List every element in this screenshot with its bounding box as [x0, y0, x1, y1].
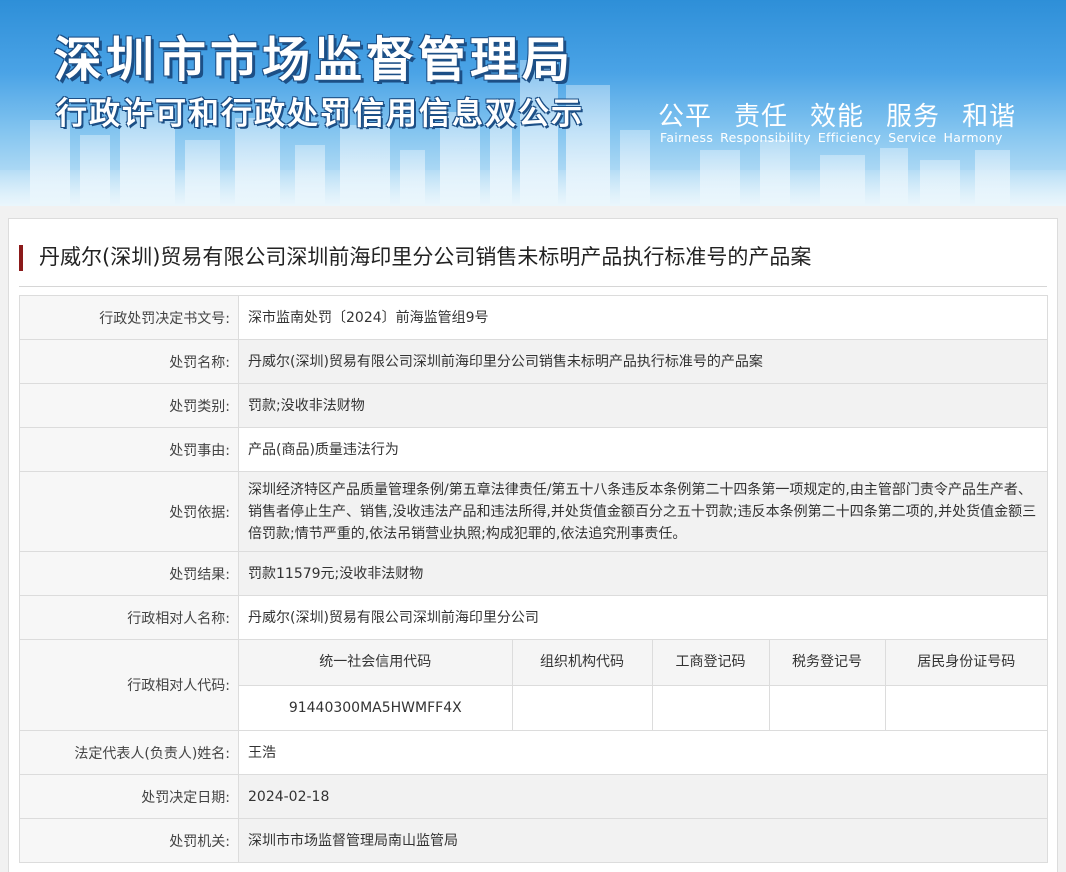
field-label: 处罚类别: — [19, 383, 239, 428]
case-title: 丹威尔(深圳)贸易有限公司深圳前海印里分公司销售未标明产品执行标准号的产品案 — [19, 241, 1047, 287]
party-codes-table: 统一社会信用代码 组织机构代码 工商登记码 税务登记号 居民身份证号码 9144… — [239, 640, 1047, 730]
table-row: 处罚事由: 产品(商品)质量违法行为 — [19, 427, 1048, 472]
field-value-decision-number: 深市监南处罚〔2024〕前海监管组9号 — [238, 295, 1048, 340]
credit-code-value: 91440300MA5HWMFF4X — [239, 684, 513, 730]
slogan-en-item: Service — [888, 130, 937, 145]
agency-title: 深圳市市场监督管理局 — [54, 32, 575, 88]
field-value-decision-date: 2024-02-18 — [238, 774, 1048, 819]
field-label: 处罚依据: — [19, 471, 239, 552]
field-value-penalty-name: 丹威尔(深圳)贸易有限公司深圳前海印里分公司销售未标明产品执行标准号的产品案 — [238, 339, 1048, 384]
field-label: 行政处罚决定书文号: — [19, 295, 239, 340]
slogan-english: Fairness Responsibility Efficiency Service H… — [660, 130, 1010, 145]
slogan-en-item: Harmony — [943, 130, 1003, 145]
slogan-en-item: Fairness — [660, 130, 714, 145]
code-header: 统一社会信用代码 — [239, 640, 513, 686]
field-label: 处罚事由: — [19, 427, 239, 472]
table-row: 处罚结果: 罚款11579元;没收非法财物 — [19, 551, 1048, 596]
table-row: 处罚名称: 丹威尔(深圳)贸易有限公司深圳前海印里分公司销售未标明产品执行标准号… — [19, 339, 1048, 384]
table-row: 行政处罚决定书文号: 深市监南处罚〔2024〕前海监管组9号 — [19, 295, 1048, 340]
table-row: 法定代表人(负责人)姓名: 王浩 — [19, 730, 1048, 775]
field-label: 处罚决定日期: — [19, 774, 239, 819]
field-label: 行政相对人名称: — [19, 595, 239, 640]
codes-value-row: 91440300MA5HWMFF4X — [239, 684, 1047, 730]
slogan-cn-item: 服务 — [886, 102, 941, 132]
field-value-legal-rep: 王浩 — [238, 730, 1048, 775]
tax-reg-value — [768, 684, 886, 730]
slogan-en-item: Efficiency — [817, 130, 882, 145]
field-value-legal-basis: 深圳经济特区产品质量管理条例/第五章法律责任/第五十八条违反本条例第二十四条第一… — [238, 471, 1048, 552]
code-header: 税务登记号 — [768, 640, 886, 686]
org-code-value — [511, 684, 653, 730]
code-header: 组织机构代码 — [511, 640, 653, 686]
field-value-penalty-result: 罚款11579元;没收非法财物 — [238, 551, 1048, 596]
code-header: 工商登记码 — [651, 640, 770, 686]
slogan-cn-item: 公平 — [658, 102, 713, 132]
site-subtitle: 行政许可和行政处罚信用信息双公示 — [56, 96, 584, 132]
slogan-cn-item: 和谐 — [962, 102, 1017, 132]
table-row: 行政相对人名称: 丹威尔(深圳)贸易有限公司深圳前海印里分公司 — [19, 595, 1048, 640]
table-row: 处罚依据: 深圳经济特区产品质量管理条例/第五章法律责任/第五十八条违反本条例第… — [19, 471, 1048, 552]
field-label: 处罚机关: — [19, 818, 239, 863]
slogan-chinese: 公平 责任 效能 服务 和谐 — [658, 96, 1038, 133]
title-accent-bar — [19, 245, 23, 271]
slogan-en-item: Responsibility — [720, 130, 811, 145]
content-panel: 丹威尔(深圳)贸易有限公司深圳前海印里分公司销售未标明产品执行标准号的产品案 行… — [8, 218, 1058, 872]
field-label: 处罚名称: — [19, 339, 239, 384]
header-banner: 深圳市市场监督管理局 行政许可和行政处罚信用信息双公示 公平 责任 效能 服务 和谐 F… — [0, 0, 1066, 206]
table-row: 处罚决定日期: 2024-02-18 — [19, 774, 1048, 819]
codes-header-row: 统一社会信用代码 组织机构代码 工商登记码 税务登记号 居民身份证号码 — [239, 640, 1047, 686]
business-reg-value — [651, 684, 770, 730]
penalty-info-table: 行政处罚决定书文号: 深市监南处罚〔2024〕前海监管组9号 处罚名称: 丹威尔… — [19, 295, 1048, 863]
field-value-penalty-reason: 产品(商品)质量违法行为 — [238, 427, 1048, 472]
field-label: 行政相对人代码: — [19, 639, 239, 731]
code-header: 居民身份证号码 — [884, 640, 1047, 686]
slogan-cn-item: 责任 — [734, 102, 789, 132]
field-label: 法定代表人(负责人)姓名: — [19, 730, 239, 775]
slogan-cn-item: 效能 — [810, 102, 865, 132]
field-label: 处罚结果: — [19, 551, 239, 596]
id-number-value — [884, 684, 1047, 730]
field-value-party-codes: 统一社会信用代码 组织机构代码 工商登记码 税务登记号 居民身份证号码 9144… — [238, 639, 1048, 731]
field-value-penalty-type: 罚款;没收非法财物 — [238, 383, 1048, 428]
table-row: 处罚类别: 罚款;没收非法财物 — [19, 383, 1048, 428]
field-value-party-name: 丹威尔(深圳)贸易有限公司深圳前海印里分公司 — [238, 595, 1048, 640]
table-row: 行政相对人代码: 统一社会信用代码 组织机构代码 工商登记码 税务登记号 居民身… — [19, 639, 1048, 731]
table-row: 处罚机关: 深圳市市场监督管理局南山监管局 — [19, 818, 1048, 863]
case-title-text: 丹威尔(深圳)贸易有限公司深圳前海印里分公司销售未标明产品执行标准号的产品案 — [39, 245, 812, 269]
field-value-authority: 深圳市市场监督管理局南山监管局 — [238, 818, 1048, 863]
